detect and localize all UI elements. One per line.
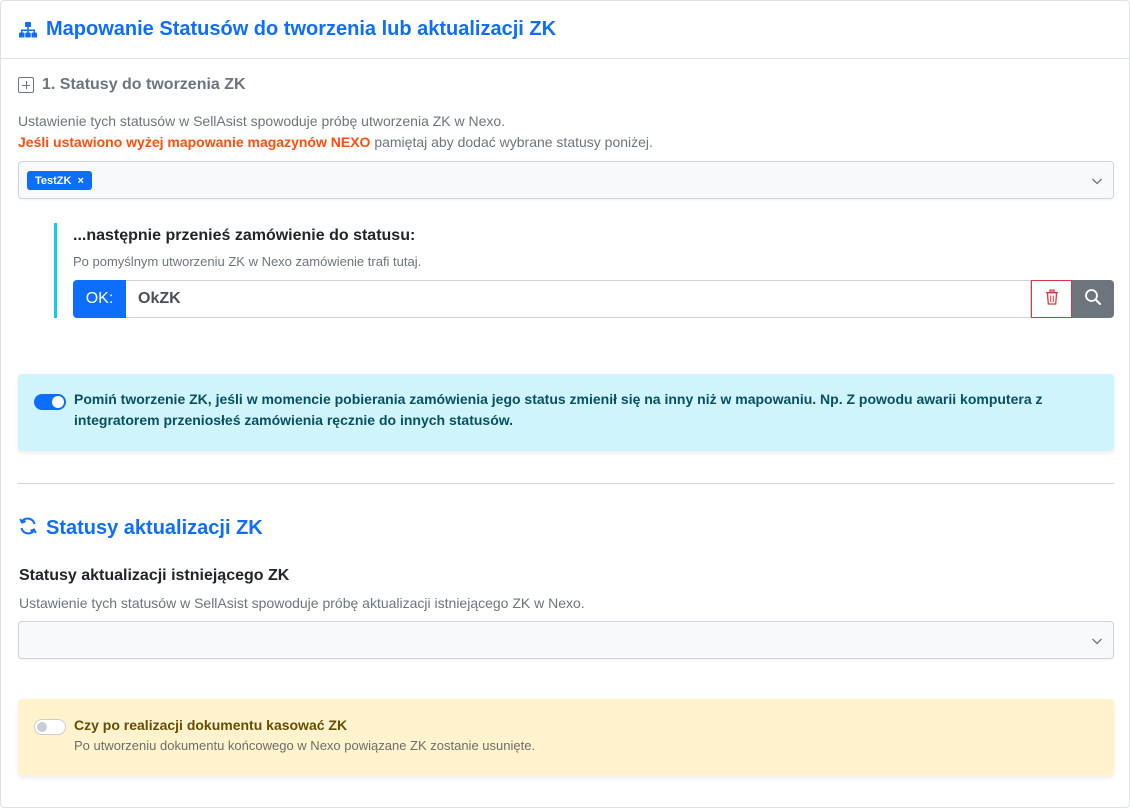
- next-status-title: ...następnie przenieś zamówienie do stat…: [73, 227, 416, 244]
- status-mapping-card: Mapowanie Statusów do tworzenia lub aktu…: [0, 0, 1130, 808]
- next-status-block: ...następnie przenieś zamówienie do stat…: [54, 223, 1114, 318]
- create-section-description: Ustawienie tych statusów w SellAsist spo…: [18, 113, 506, 129]
- chevron-down-icon[interactable]: [1091, 174, 1103, 192]
- delete-zk-title: Czy po realizacji dokumentu kasować ZK: [74, 717, 348, 733]
- trash-icon: [1045, 288, 1059, 310]
- section-divider: [18, 483, 1114, 484]
- warning-text: Jeśli ustawiono wyżej mapowanie magazynó…: [18, 134, 371, 150]
- page-title: Mapowanie Statusów do tworzenia lub aktu…: [46, 18, 557, 40]
- delete-zk-description: Po utworzeniu dokumentu końcowego w Nexo…: [74, 738, 536, 753]
- update-status-multiselect[interactable]: [18, 621, 1114, 659]
- search-icon: [1084, 288, 1102, 311]
- sync-icon: [18, 516, 38, 541]
- create-status-multiselect[interactable]: TestZK ×: [18, 161, 1114, 199]
- update-subsection-title: Statusy aktualizacji istniejącego ZK: [19, 567, 290, 584]
- delete-zk-alert: Czy po realizacji dokumentu kasować ZK P…: [18, 699, 1114, 776]
- next-status-field[interactable]: OkZK: [126, 280, 1031, 318]
- update-section-header: Statusy aktualizacji ZK: [18, 516, 263, 541]
- clear-status-button[interactable]: [1031, 280, 1072, 318]
- warning-rest-text: pamiętaj aby dodać wybrane statusy poniż…: [370, 134, 653, 150]
- skip-create-text: Pomiń tworzenie ZK, jeśli w momencie pob…: [74, 391, 1043, 428]
- ok-prefix-label: OK:: [73, 280, 126, 318]
- card-header: Mapowanie Statusów do tworzenia lub aktu…: [1, 1, 1129, 59]
- chevron-down-icon[interactable]: [1091, 634, 1103, 652]
- update-section-title: Statusy aktualizacji ZK: [46, 517, 263, 539]
- plus-square-icon[interactable]: [18, 77, 34, 93]
- next-status-input-group: OK: OkZK: [73, 280, 1114, 318]
- search-status-button[interactable]: [1072, 280, 1114, 318]
- skip-create-toggle[interactable]: [34, 394, 66, 410]
- delete-zk-toggle[interactable]: [34, 719, 66, 735]
- create-section-heading: 1. Statusy do tworzenia ZK: [42, 76, 246, 93]
- sitemap-icon: [18, 21, 38, 39]
- next-status-description: Po pomyślnym utworzeniu ZK w Nexo zamówi…: [73, 254, 422, 269]
- create-section-toggle[interactable]: 1. Statusy do tworzenia ZK: [18, 76, 246, 94]
- create-section-warning: Jeśli ustawiono wyżej mapowanie magazynó…: [18, 134, 653, 150]
- tag-label: TestZK: [35, 174, 72, 187]
- update-subsection-description: Ustawienie tych statusów w SellAsist spo…: [19, 595, 585, 611]
- tag-remove-button[interactable]: ×: [77, 175, 83, 187]
- skip-create-alert: Pomiń tworzenie ZK, jeśli w momencie pob…: [18, 374, 1114, 451]
- selected-tag: TestZK ×: [27, 171, 92, 190]
